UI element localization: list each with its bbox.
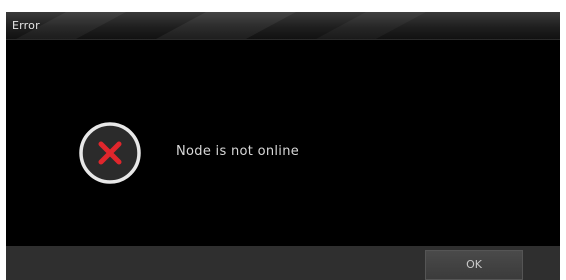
error-x-icon [79, 122, 141, 184]
dialog-footer: OK [6, 246, 560, 280]
error-dialog: Error Node is not online OK [6, 12, 560, 280]
dialog-body: Node is not online [6, 40, 560, 246]
error-message: Node is not online [176, 144, 300, 159]
titlebar-sheen [16, 12, 426, 39]
dialog-titlebar: Error [6, 12, 560, 39]
ok-button[interactable]: OK [425, 250, 523, 280]
dialog-title: Error [12, 19, 40, 32]
